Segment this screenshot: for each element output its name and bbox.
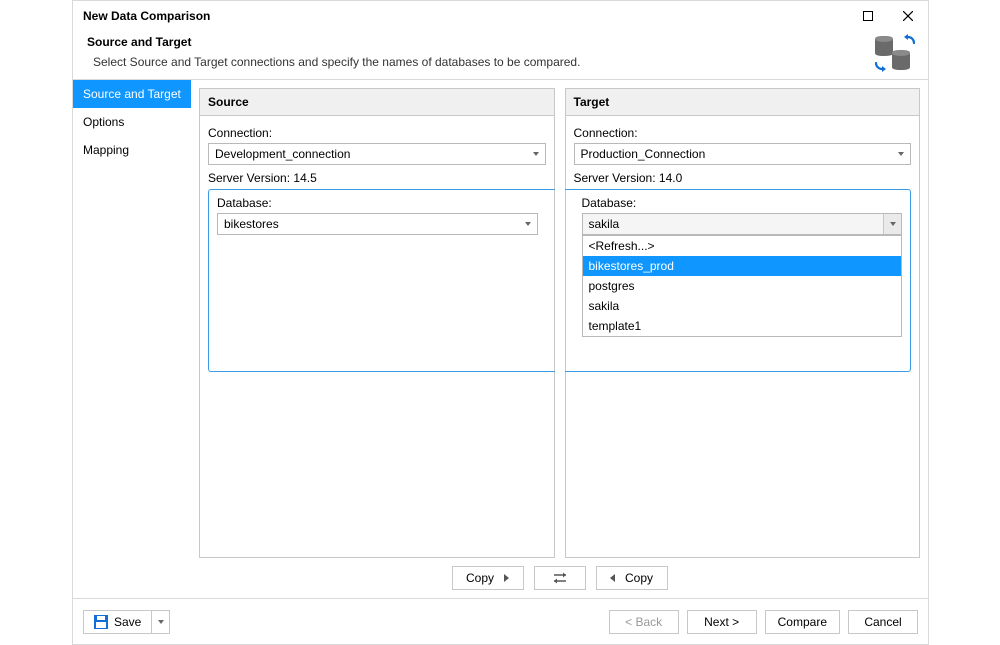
sidebar-item-options[interactable]: Options <box>73 108 191 136</box>
panes: Source Connection: Development_connectio… <box>199 88 920 558</box>
source-connection-label: Connection: <box>208 126 546 140</box>
footer: Save < Back Next > Compare Cancel <box>73 598 928 644</box>
compare-button[interactable]: Compare <box>765 610 840 634</box>
save-dropdown-button[interactable] <box>151 611 169 633</box>
dropdown-item-refresh[interactable]: <Refresh...> <box>583 236 902 256</box>
window-title: New Data Comparison <box>83 9 848 23</box>
close-icon <box>903 11 913 21</box>
page-subtitle: Source and Target <box>87 35 914 49</box>
dropdown-item-bikestores-prod[interactable]: bikestores_prod <box>583 256 902 276</box>
maximize-icon <box>863 11 873 21</box>
chevron-down-icon <box>892 144 910 164</box>
next-button[interactable]: Next > <box>687 610 757 634</box>
body: Source and Target Options Mapping Source… <box>73 79 928 598</box>
main: Source Connection: Development_connectio… <box>191 80 928 598</box>
source-server-version: Server Version: 14.5 <box>208 171 546 185</box>
copy-bar: Copy Copy <box>199 566 920 590</box>
copy-to-left-button[interactable]: Copy <box>596 566 668 590</box>
header: Source and Target Select Source and Targ… <box>73 31 928 79</box>
target-database-value: sakila <box>589 217 620 231</box>
chevron-down-icon <box>158 620 164 624</box>
target-database-dropdown: <Refresh...> bikestores_prod postgres sa… <box>582 235 903 337</box>
source-heading: Source <box>200 89 554 116</box>
arrow-right-icon <box>504 574 509 582</box>
sidebar-item-label: Mapping <box>83 143 129 157</box>
titlebar: New Data Comparison <box>73 1 928 31</box>
target-database-frame: Database: sakila <Refresh...> bikestores… <box>565 189 912 372</box>
arrow-left-icon <box>610 574 615 582</box>
target-database-label: Database: <box>582 196 903 210</box>
dropdown-item-postgres[interactable]: postgres <box>583 276 902 296</box>
dropdown-item-sakila[interactable]: sakila <box>583 296 902 316</box>
dropdown-item-template1[interactable]: template1 <box>583 316 902 336</box>
save-split-button: Save <box>83 610 170 634</box>
source-database-label: Database: <box>217 196 538 210</box>
sidebar-item-label: Source and Target <box>83 87 181 101</box>
cancel-button[interactable]: Cancel <box>848 610 918 634</box>
source-database-frame: Database: bikestores <box>208 189 555 372</box>
target-connection-value: Production_Connection <box>581 147 706 161</box>
chevron-down-icon <box>527 144 545 164</box>
target-pane: Target Connection: Production_Connection… <box>565 88 921 558</box>
save-icon <box>94 615 108 629</box>
sidebar-item-source-and-target[interactable]: Source and Target <box>73 80 191 108</box>
source-pane: Source Connection: Development_connectio… <box>199 88 555 558</box>
maximize-button[interactable] <box>848 1 888 31</box>
target-connection-combo[interactable]: Production_Connection <box>574 143 912 165</box>
page-description: Select Source and Target connections and… <box>93 55 914 69</box>
wizard-window: New Data Comparison Source and Target Se… <box>72 0 929 645</box>
source-connection-value: Development_connection <box>215 147 350 161</box>
target-heading: Target <box>566 89 920 116</box>
sidebar-item-label: Options <box>83 115 124 129</box>
source-database-value: bikestores <box>224 217 279 231</box>
save-button[interactable]: Save <box>84 615 151 629</box>
chevron-down-icon <box>519 214 537 234</box>
chevron-down-icon <box>883 214 901 234</box>
close-button[interactable] <box>888 1 928 31</box>
target-database-combo[interactable]: sakila <Refresh...> bikestores_prod post… <box>582 213 903 235</box>
source-connection-combo[interactable]: Development_connection <box>208 143 546 165</box>
back-button: < Back <box>609 610 679 634</box>
target-server-version: Server Version: 14.0 <box>574 171 912 185</box>
target-connection-label: Connection: <box>574 126 912 140</box>
swap-button[interactable] <box>534 566 586 590</box>
copy-to-right-button[interactable]: Copy <box>452 566 524 590</box>
sidebar: Source and Target Options Mapping <box>73 80 191 598</box>
source-database-combo[interactable]: bikestores <box>217 213 538 235</box>
swap-icon <box>552 572 568 584</box>
sidebar-item-mapping[interactable]: Mapping <box>73 136 191 164</box>
compare-databases-icon <box>872 33 916 76</box>
